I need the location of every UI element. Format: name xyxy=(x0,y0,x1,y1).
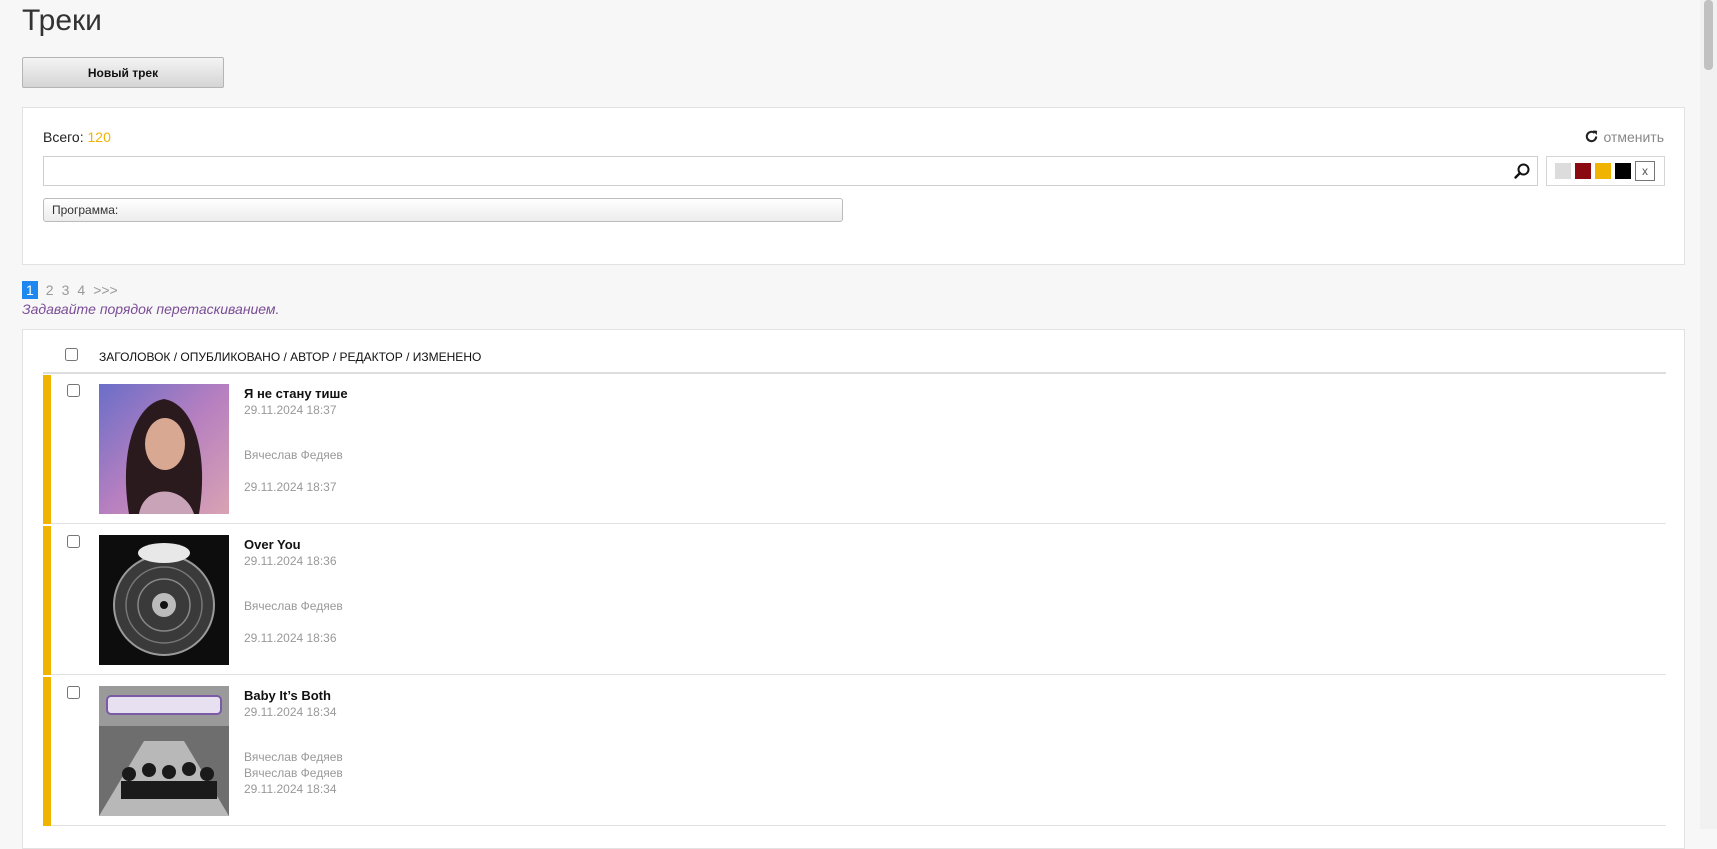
page-next-link[interactable]: >>> xyxy=(93,282,118,298)
page-link-4[interactable]: 4 xyxy=(77,282,85,298)
row-color-marker xyxy=(43,677,51,826)
page-link-3[interactable]: 3 xyxy=(62,282,70,298)
track-title[interactable]: Я не стану тише xyxy=(244,386,348,401)
page-link-1[interactable]: 1 xyxy=(22,281,38,299)
track-editor: Вячеслав Федяев xyxy=(244,766,343,780)
track-row[interactable]: Я не стану тише 29.11.2024 18:37 Вячесла… xyxy=(43,374,1666,524)
track-cover-image[interactable] xyxy=(99,535,229,665)
total-count: 120 xyxy=(87,129,111,145)
new-track-button[interactable]: Новый трек xyxy=(22,57,224,88)
track-cover-image[interactable] xyxy=(99,686,229,816)
list-header-label: ЗАГОЛОВОК / ОПУБЛИКОВАНО / АВТОР / РЕДАК… xyxy=(99,350,482,364)
pagination: 1 2 3 4 >>> xyxy=(22,281,126,299)
page-link-2[interactable]: 2 xyxy=(46,282,54,298)
track-cover-image[interactable] xyxy=(99,384,229,514)
filter-panel: Всего: 120 отменить x Программа: xyxy=(22,107,1685,265)
track-list: ЗАГОЛОВОК / ОПУБЛИКОВАНО / АВТОР / РЕДАК… xyxy=(22,329,1685,849)
track-row[interactable]: Baby It’s Both 29.11.2024 18:34 Вячеслав… xyxy=(43,676,1666,826)
page-scrollbar[interactable] xyxy=(1700,0,1717,829)
row-checkbox[interactable] xyxy=(67,384,80,397)
search-input[interactable] xyxy=(48,158,1512,186)
track-author: Вячеслав Федяев xyxy=(244,599,343,613)
cancel-label: отменить xyxy=(1603,129,1664,145)
reload-icon xyxy=(1586,130,1598,143)
track-modified: 29.11.2024 18:34 xyxy=(244,782,337,796)
list-header: ЗАГОЛОВОК / ОПУБЛИКОВАНО / АВТОР / РЕДАК… xyxy=(43,346,1666,374)
color-swatch-black[interactable] xyxy=(1615,163,1631,179)
track-published: 29.11.2024 18:36 xyxy=(244,554,337,568)
track-modified: 29.11.2024 18:36 xyxy=(244,631,337,645)
drag-hint: Задавайте порядок перетаскиванием. xyxy=(22,301,280,317)
track-author: Вячеслав Федяев xyxy=(244,750,343,764)
track-row[interactable]: Over You 29.11.2024 18:36 Вячеслав Федяе… xyxy=(43,525,1666,675)
track-published: 29.11.2024 18:37 xyxy=(244,403,337,417)
color-filter: x xyxy=(1546,156,1665,186)
scrollbar-thumb[interactable] xyxy=(1704,0,1713,70)
row-checkbox[interactable] xyxy=(67,686,80,699)
color-reset-button[interactable]: x xyxy=(1635,161,1655,181)
color-swatch-red[interactable] xyxy=(1575,163,1591,179)
track-title[interactable]: Over You xyxy=(244,537,301,552)
row-color-marker xyxy=(43,526,51,675)
track-title[interactable]: Baby It’s Both xyxy=(244,688,331,703)
search-box xyxy=(43,156,1538,186)
total-label: Всего: xyxy=(43,129,84,145)
select-all-checkbox[interactable] xyxy=(65,348,78,361)
color-swatch-yellow[interactable] xyxy=(1595,163,1611,179)
track-author: Вячеслав Федяев xyxy=(244,448,343,462)
search-icon[interactable] xyxy=(1513,162,1531,180)
page: Треки Новый трек Всего: 120 отменить x П… xyxy=(0,0,1700,849)
cancel-filter-link[interactable]: отменить xyxy=(1584,129,1664,145)
program-select[interactable]: Программа: xyxy=(43,198,843,222)
row-checkbox[interactable] xyxy=(67,535,80,548)
row-color-marker xyxy=(43,375,51,524)
total-counter: Всего: 120 xyxy=(43,129,111,145)
page-title: Треки xyxy=(22,4,102,37)
track-modified: 29.11.2024 18:37 xyxy=(244,480,337,494)
track-published: 29.11.2024 18:34 xyxy=(244,705,337,719)
color-swatch-gray[interactable] xyxy=(1555,163,1571,179)
